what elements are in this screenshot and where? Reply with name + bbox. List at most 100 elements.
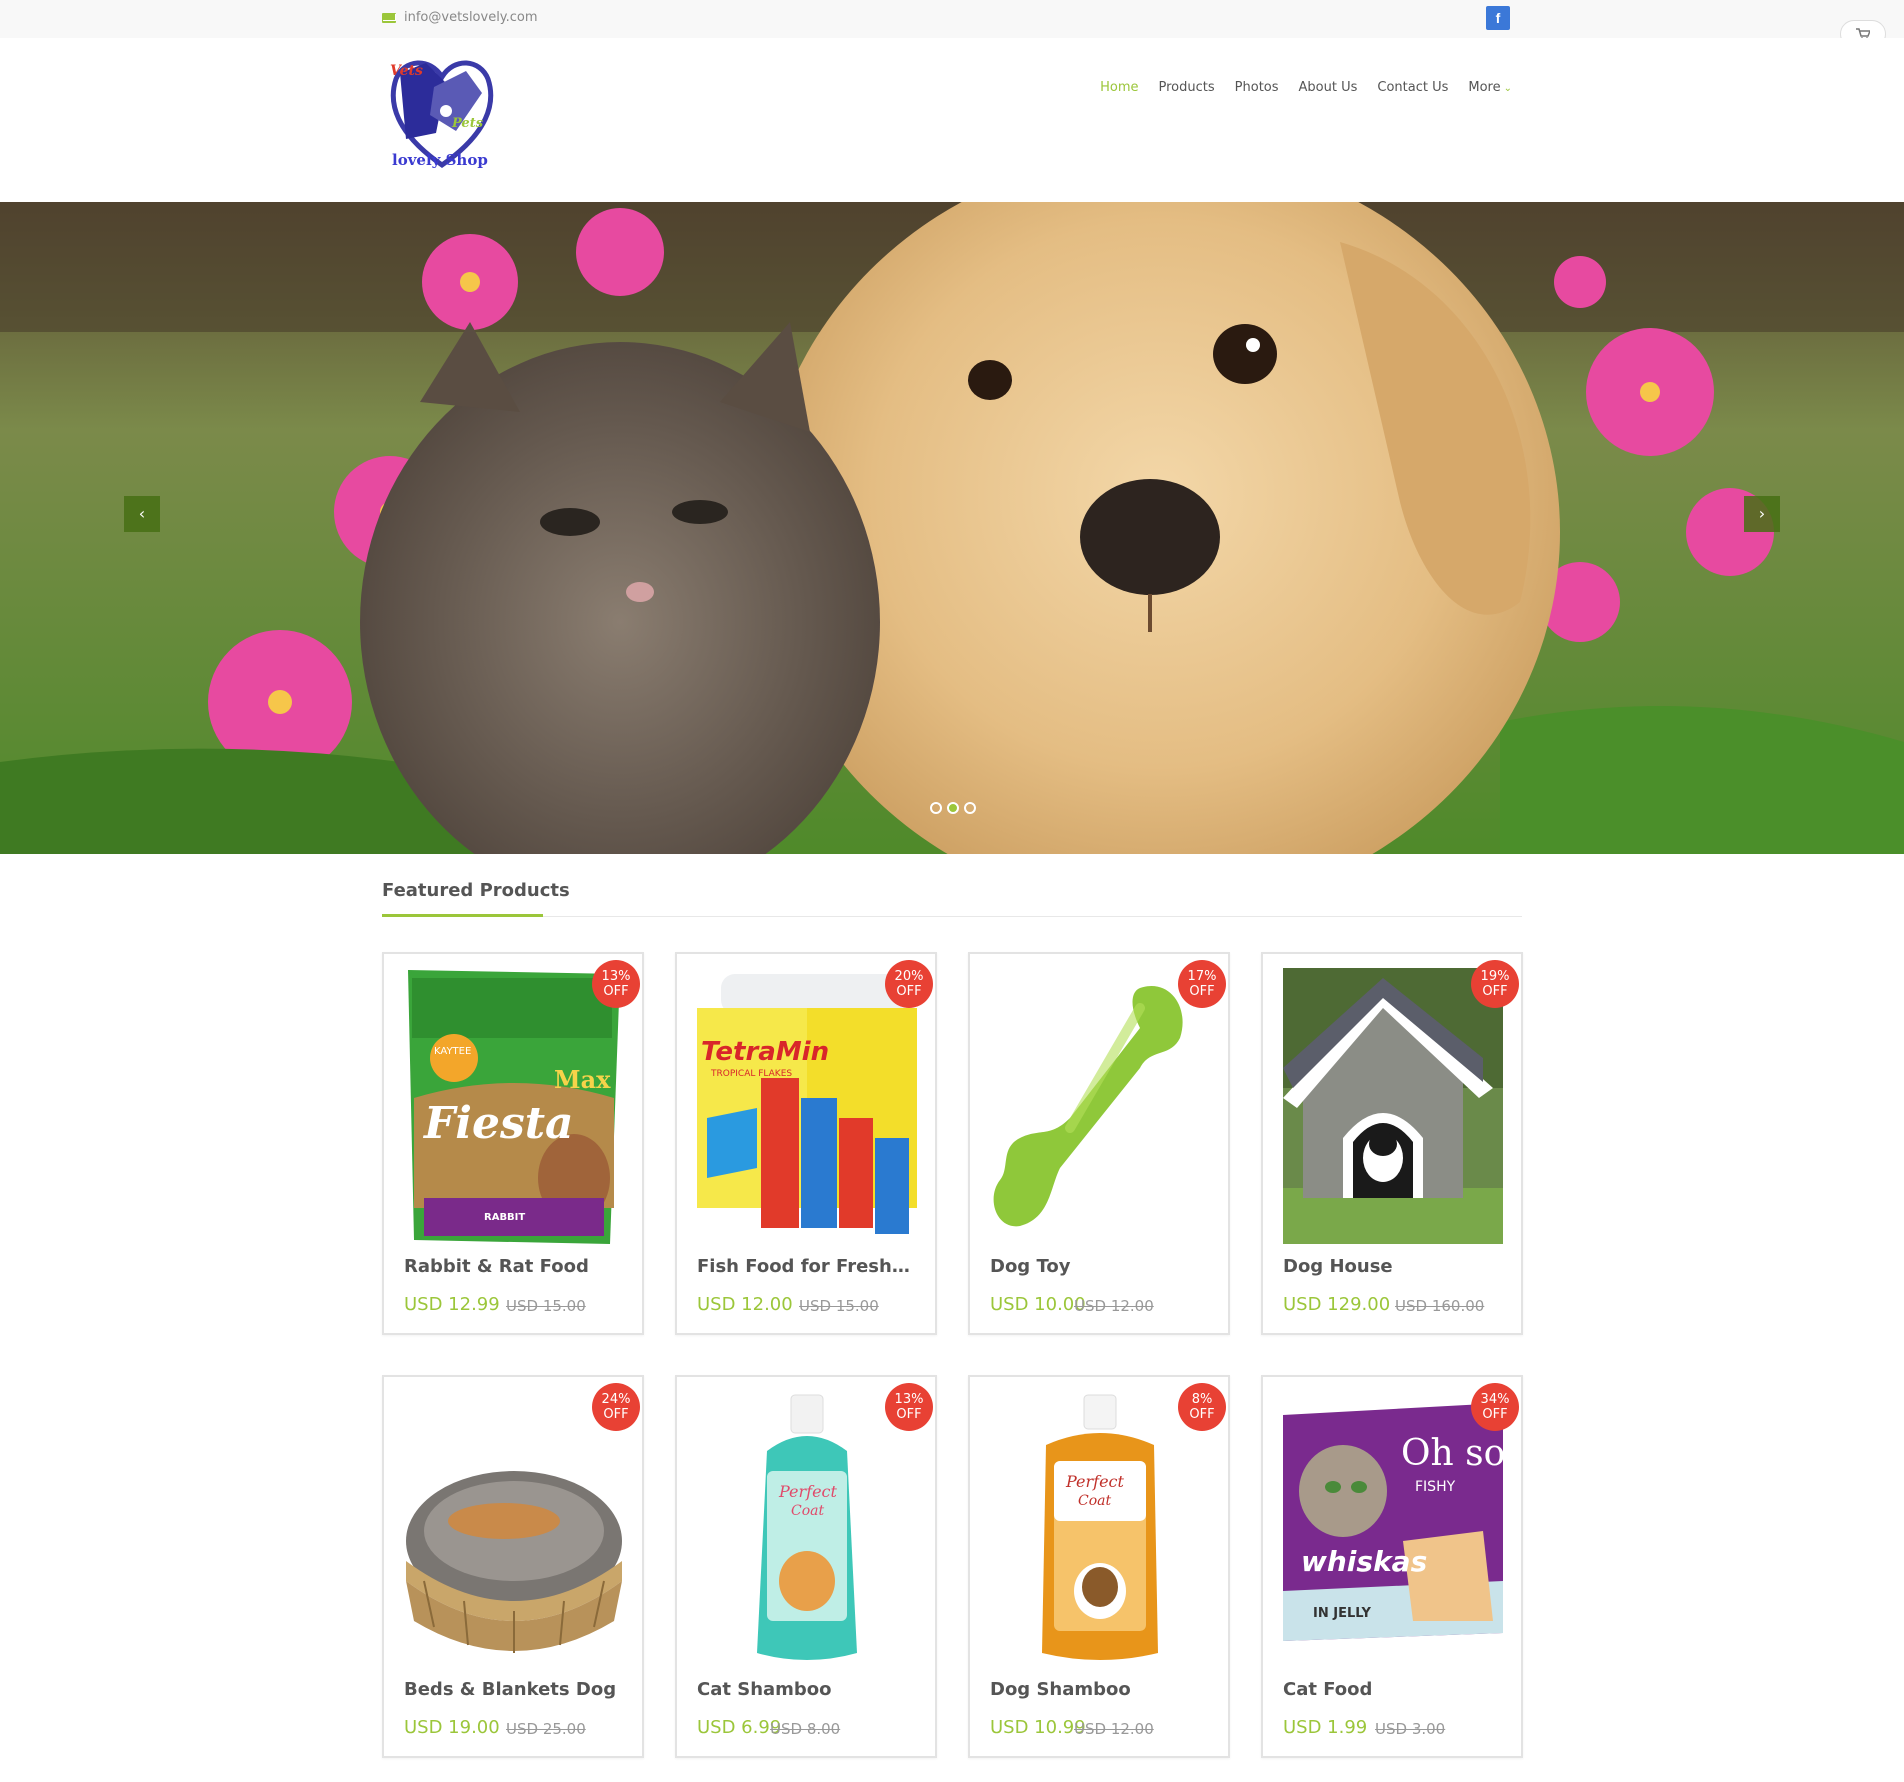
discount-percent: 19%: [1480, 969, 1510, 984]
chevron-left-icon: ‹: [138, 504, 146, 523]
discount-percent: 8%: [1191, 1392, 1213, 1407]
product-name[interactable]: Dog Shamboo: [990, 1679, 1210, 1700]
site-logo[interactable]: Vets Pets lovely Shop: [386, 53, 498, 173]
slider-dot-1[interactable]: [930, 802, 942, 814]
product-card[interactable]: Perfect Coat 13% OFF Cat Shamboo USD 6.99…: [675, 1375, 937, 1758]
slider-prev-button[interactable]: ‹: [124, 496, 160, 532]
product-price: USD 10.99: [990, 1717, 1086, 1738]
product-price: USD 12.00: [697, 1294, 793, 1315]
package-text: KAYTEE: [434, 1046, 471, 1057]
chevron-right-icon: ›: [1758, 504, 1766, 523]
product-price: USD 6.99: [697, 1717, 782, 1738]
product-image[interactable]: whiskas Oh so FISHY IN JELLY: [1283, 1391, 1503, 1667]
discount-label: OFF: [896, 984, 922, 999]
discount-badge: 13% OFF: [592, 960, 640, 1008]
email-text[interactable]: info@vetslovely.com: [404, 10, 538, 25]
product-card[interactable]: Perfect Coat 8% OFF Dog Shamboo USD 10.99…: [968, 1375, 1230, 1758]
main-nav: Home Products Photos About Us Contact Us…: [1100, 80, 1512, 95]
package-text: Max: [554, 1065, 611, 1094]
product-image[interactable]: Perfect Coat: [990, 1391, 1210, 1667]
discount-badge: 34% OFF: [1471, 1383, 1519, 1431]
package-text: whiskas: [1301, 1545, 1427, 1578]
discount-label: OFF: [1189, 1407, 1215, 1422]
facebook-icon[interactable]: f: [1486, 6, 1510, 30]
product-image[interactable]: [1283, 968, 1503, 1244]
nav-products[interactable]: Products: [1159, 80, 1215, 95]
email-contact[interactable]: info@vetslovely.com: [382, 10, 538, 25]
product-image[interactable]: Perfect Coat: [697, 1391, 917, 1667]
nav-more-label: More: [1468, 80, 1501, 95]
nav-contact-us[interactable]: Contact Us: [1377, 80, 1448, 95]
product-card[interactable]: TetraMin TROPICAL FLAKES 20% OFF Fish Foo…: [675, 952, 937, 1335]
package-text: Coat: [1078, 1493, 1111, 1509]
slider-next-button[interactable]: ›: [1744, 496, 1780, 532]
product-name[interactable]: Beds & Blankets Dog: [404, 1679, 624, 1700]
package-text: RABBIT: [484, 1212, 525, 1223]
nav-photos[interactable]: Photos: [1235, 80, 1279, 95]
product-name[interactable]: Cat Food: [1283, 1679, 1503, 1700]
product-name[interactable]: Dog Toy: [990, 1256, 1210, 1277]
discount-badge: 8% OFF: [1178, 1383, 1226, 1431]
product-price: USD 12.99: [404, 1294, 500, 1315]
product-image[interactable]: [990, 968, 1210, 1244]
hero-slider[interactable]: ‹ ›: [0, 202, 1904, 854]
discount-label: OFF: [1482, 1407, 1508, 1422]
product-image[interactable]: [404, 1391, 624, 1667]
discount-badge: 19% OFF: [1471, 960, 1519, 1008]
discount-label: OFF: [896, 1407, 922, 1422]
slider-dot-2[interactable]: [947, 802, 959, 814]
product-card[interactable]: Fiesta Max KAYTEE RABBIT 13% OFF Rabbit &…: [382, 952, 644, 1335]
nav-more[interactable]: More ⌄: [1468, 80, 1512, 95]
logo-text-pets: Pets: [451, 116, 484, 131]
product-card[interactable]: 24% OFF Beds & Blankets Dog USD 19.00 USD…: [382, 1375, 644, 1758]
product-old-price: USD 12.00: [1074, 1297, 1154, 1315]
product-card[interactable]: 19% OFF Dog House USD 129.00 USD 160.00: [1261, 952, 1523, 1335]
section-divider: [382, 916, 1522, 917]
product-name[interactable]: Fish Food for Freshwat...: [697, 1256, 917, 1277]
nav-home[interactable]: Home: [1100, 80, 1138, 95]
product-old-price: USD 15.00: [506, 1297, 586, 1315]
product-old-price: USD 3.00: [1375, 1720, 1446, 1738]
slider-dots: [930, 802, 976, 814]
product-old-price: USD 8.00: [770, 1720, 841, 1738]
product-price: USD 1.99: [1283, 1717, 1368, 1738]
product-card[interactable]: whiskas Oh so FISHY IN JELLY 34% OFF Cat …: [1261, 1375, 1523, 1758]
product-name[interactable]: Rabbit & Rat Food: [404, 1256, 624, 1277]
product-card[interactable]: 17% OFF Dog Toy USD 10.00 USD 12.00: [968, 952, 1230, 1335]
logo-text-shop: lovely Shop: [392, 151, 488, 169]
envelope-icon: [382, 12, 396, 23]
nav-about-us[interactable]: About Us: [1299, 80, 1358, 95]
discount-percent: 13%: [601, 969, 631, 984]
package-text: Perfect: [1065, 1472, 1125, 1491]
discount-badge: 24% OFF: [592, 1383, 640, 1431]
discount-label: OFF: [1482, 984, 1508, 999]
package-text: IN JELLY: [1313, 1606, 1372, 1621]
discount-label: OFF: [1189, 984, 1215, 999]
product-image[interactable]: TetraMin TROPICAL FLAKES: [697, 968, 917, 1244]
slider-dot-3[interactable]: [964, 802, 976, 814]
product-price: USD 129.00: [1283, 1294, 1391, 1315]
top-bar: info@vetslovely.com f: [0, 0, 1904, 38]
site-header: [0, 38, 1904, 202]
discount-percent: 24%: [601, 1392, 631, 1407]
package-text: Fiesta: [422, 1098, 574, 1149]
discount-percent: 13%: [894, 1392, 924, 1407]
product-price: USD 10.00: [990, 1294, 1086, 1315]
chevron-down-icon: ⌄: [1503, 83, 1512, 94]
package-text: TROPICAL FLAKES: [710, 1069, 792, 1079]
package-text: Perfect: [778, 1482, 838, 1501]
product-image[interactable]: Fiesta Max KAYTEE RABBIT: [404, 968, 624, 1244]
product-name[interactable]: Cat Shamboo: [697, 1679, 917, 1700]
package-text: Oh so: [1401, 1433, 1503, 1474]
product-name[interactable]: Dog House: [1283, 1256, 1503, 1277]
product-price: USD 19.00: [404, 1717, 500, 1738]
product-old-price: USD 160.00: [1395, 1297, 1485, 1315]
package-text: TetraMin: [701, 1037, 829, 1067]
hero-image: [0, 202, 1904, 854]
discount-percent: 17%: [1187, 969, 1217, 984]
section-title: Featured Products: [382, 880, 570, 901]
discount-label: OFF: [603, 984, 629, 999]
product-grid: Fiesta Max KAYTEE RABBIT 13% OFF Rabbit &…: [382, 952, 1524, 1758]
product-old-price: USD 12.00: [1074, 1720, 1154, 1738]
discount-percent: 20%: [894, 969, 924, 984]
